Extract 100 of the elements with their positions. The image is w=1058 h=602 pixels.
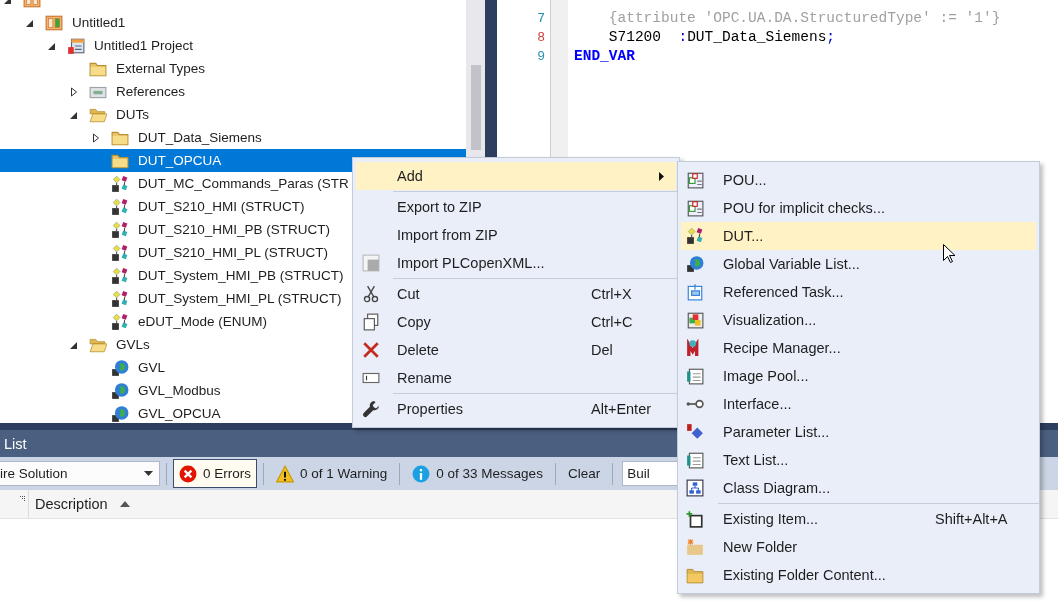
column-header[interactable]: Description [29, 490, 130, 518]
tree-item-label[interactable]: DUT_S210_HMI (STRUCT) [138, 199, 305, 214]
device-icon [45, 13, 63, 32]
blocks-icon [111, 266, 129, 285]
expand-toggle-icon[interactable] [70, 86, 78, 97]
blocks-icon [111, 174, 129, 193]
delete-icon [362, 341, 380, 359]
list-icon [686, 367, 704, 385]
task-icon [686, 283, 704, 301]
menu-item[interactable]: Copy Ctrl+C [356, 308, 676, 336]
menu-item[interactable]: Existing Folder Content... [681, 561, 1036, 589]
code-line: {attribute 'OPC.UA.DA.StructuredType' := '1'} [607, 9, 1002, 28]
menu-item[interactable]: Interface... [681, 390, 1036, 418]
blocks-icon [111, 197, 129, 216]
menu-item[interactable]: Cut Ctrl+X [356, 280, 676, 308]
wrench-icon [362, 400, 380, 418]
tree-item-label[interactable]: DUT_System_HMI_PB (STRUCT) [138, 268, 344, 283]
menu-item[interactable]: Properties Alt+Enter [356, 395, 676, 423]
scrollbar-thumb[interactable] [471, 65, 481, 150]
tree-row[interactable]: References [0, 80, 466, 103]
tree-row[interactable]: External Types [0, 57, 466, 80]
code-line: END_VAR [574, 47, 636, 66]
shortcut-label: Ctrl+X [591, 286, 633, 302]
tree-row[interactable]: DUTs [0, 103, 466, 126]
menu-item[interactable]: Recipe Manager... [681, 334, 1036, 362]
cursor-icon [943, 244, 955, 263]
menu-item[interactable]: Export to ZIP [356, 193, 676, 221]
blocks-icon [111, 312, 129, 331]
program-icon [686, 171, 704, 189]
scissors-icon [362, 285, 380, 303]
dropdown-arrow-icon [144, 471, 153, 476]
blocks-icon [111, 243, 129, 262]
menu-item[interactable]: Delete Del [356, 336, 676, 364]
globe-icon [111, 381, 129, 400]
code-line: S71200 :DUT_Data_Siemens; [607, 28, 837, 47]
menu-item[interactable]: Add [356, 162, 676, 190]
column-options-icon[interactable] [20, 496, 25, 501]
project-icon [67, 36, 85, 55]
menu-item[interactable]: Import from ZIP [356, 221, 676, 249]
globe-icon [111, 404, 129, 423]
tree-item-label[interactable]: eDUT_Mode (ENUM) [138, 314, 268, 329]
tree-row[interactable]: Untitled1 [0, 11, 466, 34]
menu-item[interactable]: DUT... [681, 222, 1036, 250]
tree-item-label[interactable]: GVLs [116, 337, 150, 352]
scope-dropdown[interactable]: ire Solution [0, 461, 160, 486]
info-icon [412, 464, 431, 483]
tree-item-label[interactable]: External Types [116, 61, 206, 76]
menu-item[interactable]: Rename [356, 364, 676, 392]
tree-item-label[interactable]: GVL_OPCUA [138, 406, 221, 421]
menu-item[interactable]: Global Variable List... [681, 250, 1036, 278]
sort-ascending-icon[interactable] [119, 501, 130, 507]
copy-icon [362, 313, 380, 331]
warning-icon [276, 464, 294, 483]
tree-item-label[interactable]: DUT_S210_HMI_PB (STRUCT) [138, 222, 331, 237]
color-blocks-icon [686, 311, 704, 329]
program-icon [686, 199, 704, 217]
line-number: 7 [536, 10, 546, 28]
tree-item-label[interactable]: DUT_S210_HMI_PL (STRUCT) [138, 245, 329, 260]
diagram-icon [686, 479, 704, 497]
tree-row[interactable]: DUT_Data_Siemens [0, 126, 466, 149]
tree-item-label[interactable]: GVL [138, 360, 165, 375]
menu-item[interactable]: POU for implicit checks... [681, 194, 1036, 222]
menu-item[interactable]: Referenced Task... [681, 278, 1036, 306]
tree-item-label[interactable]: Untitled1 Project [94, 38, 194, 53]
shortcut-label: Del [591, 342, 614, 358]
tree-item-label[interactable]: DUTs [116, 107, 149, 122]
menu-item[interactable]: Image Pool... [681, 362, 1036, 390]
tree-item-label[interactable]: DUT_Data_Siemens [138, 130, 262, 145]
tree-item-label[interactable]: GVL_Modbus [138, 383, 221, 398]
messages-filter-button[interactable]: 0 of 33 Messages [406, 459, 549, 488]
expand-toggle-icon[interactable] [92, 132, 100, 143]
folder-icon [686, 566, 704, 584]
tree-item-label[interactable]: Untitled1 [72, 15, 126, 30]
globe-icon [111, 358, 129, 377]
shortcut-label: Ctrl+C [591, 314, 634, 330]
list-icon [686, 451, 704, 469]
menu-item[interactable]: POU... [681, 166, 1036, 194]
blocks-icon [111, 289, 129, 308]
tree-item-label[interactable]: DUT_System_HMI_PL (STRUCT) [138, 291, 342, 306]
error-icon [179, 464, 197, 483]
menu-item[interactable]: Existing Item... Shift+Alt+A [681, 505, 1036, 533]
add-item-icon [686, 510, 704, 528]
line-number: 8 [536, 29, 546, 47]
tree-item-label[interactable]: DUT_MC_Commands_Paras (STR [138, 176, 349, 191]
errors-filter-button[interactable]: 0 Errors [173, 459, 257, 488]
menu-item[interactable]: Text List... [681, 446, 1036, 474]
menu-item[interactable]: Import PLCopenXML... [356, 249, 676, 277]
blocks-icon [111, 220, 129, 239]
menu-item[interactable]: Parameter List... [681, 418, 1036, 446]
menu-item[interactable]: Visualization... [681, 306, 1036, 334]
tree-item-label[interactable]: DUT_OPCUA [138, 153, 222, 168]
tree-item-label[interactable]: References [116, 84, 186, 99]
warnings-filter-button[interactable]: 0 of 1 Warning [270, 459, 394, 488]
globe-icon [686, 255, 704, 273]
clear-button[interactable]: Clear [561, 466, 607, 481]
shortcut-label: Alt+Enter [591, 401, 653, 417]
menu-item[interactable]: Class Diagram... [681, 474, 1036, 502]
tree-row[interactable]: Untitled1 Project [0, 34, 466, 57]
menu-item[interactable]: New Folder [681, 533, 1036, 561]
grid-icon [362, 254, 380, 272]
